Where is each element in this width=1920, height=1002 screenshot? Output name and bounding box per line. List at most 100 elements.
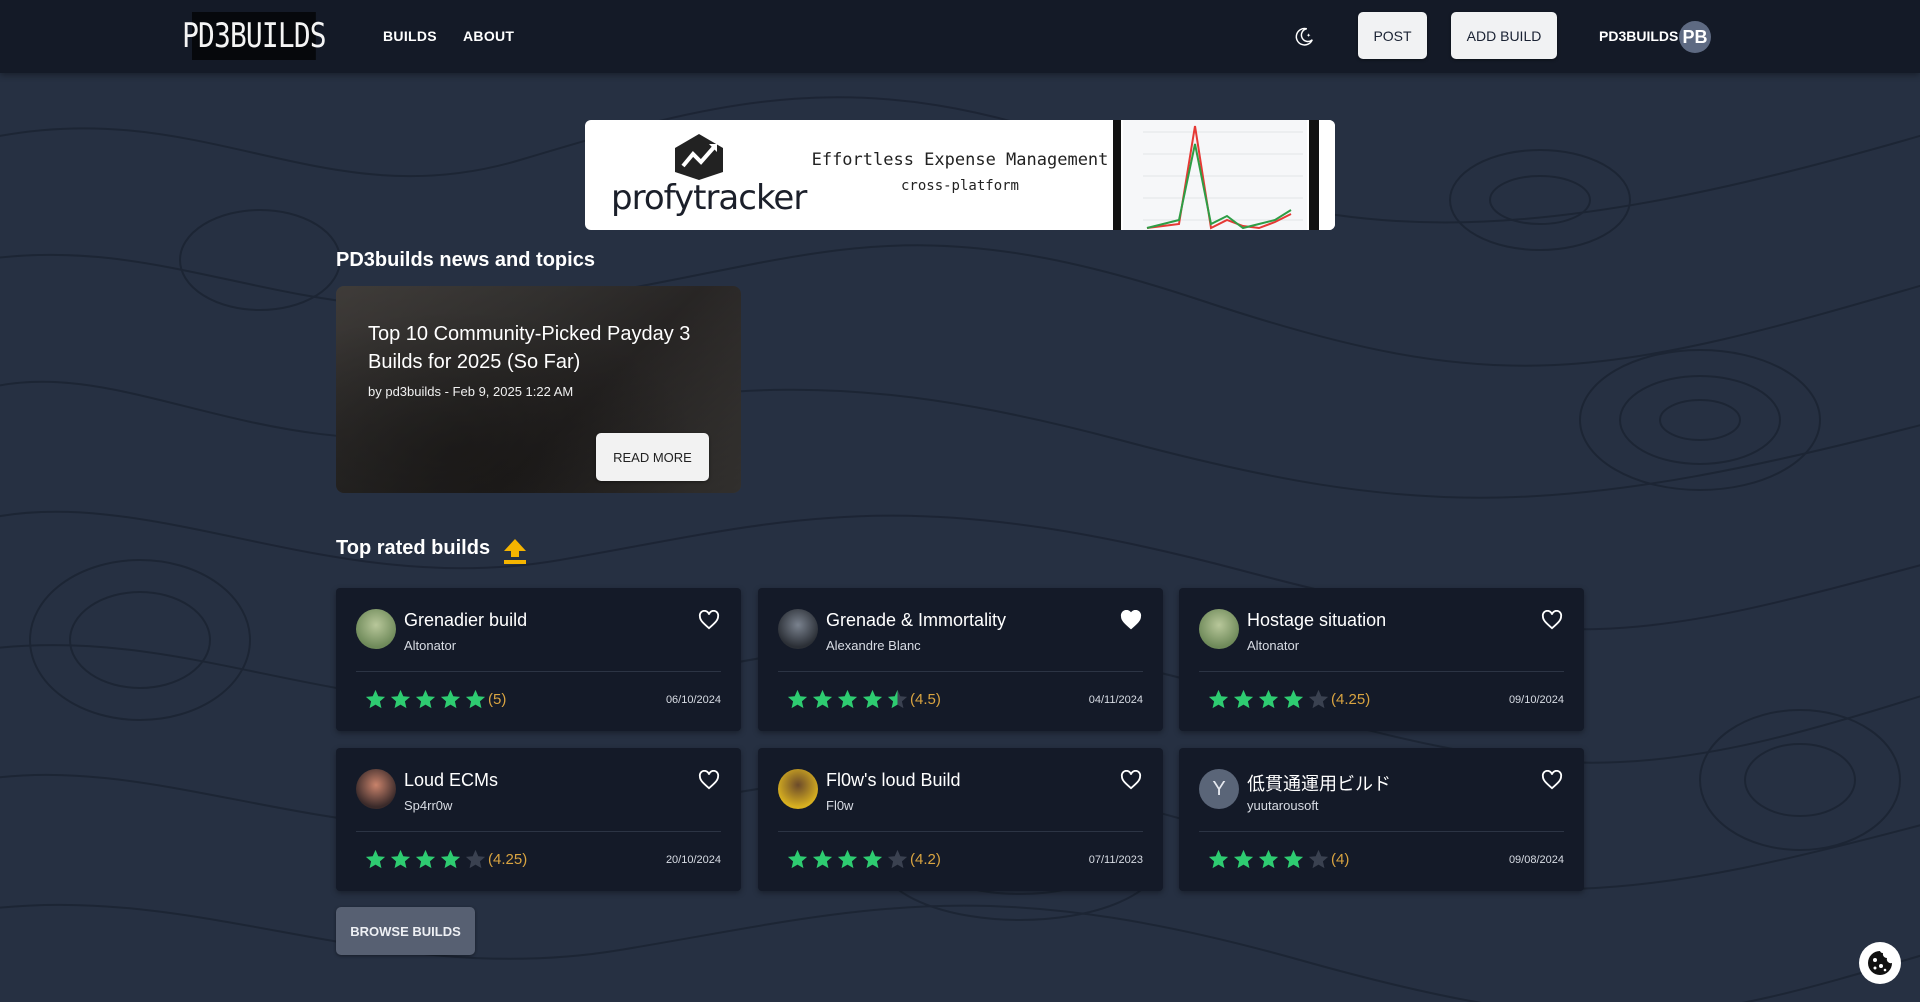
star-icon [837,849,858,869]
star-icon [440,689,461,709]
news-card[interactable]: Top 10 Community-Picked Payday 3 Builds … [336,286,741,493]
build-card[interactable]: Grenade & Immortality Alexandre Blanc (4.5… [758,588,1163,731]
heart-icon[interactable] [1120,610,1142,630]
ad-banner[interactable]: profytracker Effortless Expense Manageme… [585,120,1335,230]
heart-icon[interactable] [698,770,720,790]
build-date: 09/10/2024 [1508,694,1564,706]
star-icon [1283,689,1304,709]
heart-icon[interactable] [1120,770,1142,790]
build-rating-value: (5) [488,691,507,708]
build-card[interactable]: Y 低貫通運用ビルド yuutarousoft (4) 09/08/2024 [1179,748,1584,891]
build-card-divider [1199,831,1564,832]
cookie-icon[interactable] [1859,942,1901,984]
browse-builds-button[interactable]: BROWSE BUILDS [336,907,475,955]
star-rating [1207,848,1330,871]
user-avatar[interactable]: PB [1679,21,1711,53]
star-icon [1208,849,1229,869]
build-title[interactable]: Grenadier build [404,610,527,631]
build-title[interactable]: Hostage situation [1247,610,1386,631]
build-author[interactable]: Altonator [404,638,456,653]
build-author-avatar: Y [1199,769,1239,809]
build-author-avatar [356,769,396,809]
build-rating-value: (4.5) [910,691,941,708]
username-label[interactable]: PD3BUILDS [1599,28,1678,44]
heart-icon[interactable] [1541,770,1563,790]
build-date: 07/11/2023 [1088,854,1143,866]
build-date: 04/11/2024 [1088,694,1143,706]
build-author-avatar [1199,609,1239,649]
news-heading: PD3builds news and topics [336,249,595,271]
build-author-avatar [356,609,396,649]
build-author[interactable]: Fl0w [826,798,853,813]
star-rating [364,688,487,711]
star-icon [1233,849,1254,869]
build-card-divider [356,671,721,672]
build-date: 20/10/2024 [665,854,721,866]
build-card-divider [1199,671,1564,672]
build-card[interactable]: Loud ECMs Sp4rr0w (4.25) 20/10/2024 [336,748,741,891]
build-title[interactable]: Loud ECMs [404,770,498,791]
build-title[interactable]: 低貫通運用ビルド [1247,770,1391,796]
build-author[interactable]: Sp4rr0w [404,798,452,813]
star-icon [365,849,386,869]
star-icon [465,849,486,869]
star-rating [786,688,909,711]
post-button[interactable]: POST [1358,12,1427,59]
nav-link-about[interactable]: ABOUT [463,28,514,44]
build-card-divider [778,831,1143,832]
build-title[interactable]: Grenade & Immortality [826,610,1006,631]
star-rating [364,848,487,871]
star-icon [1258,689,1279,709]
build-title[interactable]: Fl0w's loud Build [826,770,961,791]
ad-chart-image [1113,120,1335,230]
star-icon [390,849,411,869]
star-icon [1308,849,1329,869]
star-icon [812,689,833,709]
cookie-glyph-icon [1868,951,1892,975]
build-card[interactable]: Fl0w's loud Build Fl0w (4.2) 07/11/2023 [758,748,1163,891]
build-author[interactable]: Alexandre Blanc [826,638,921,653]
build-author[interactable]: Altonator [1247,638,1299,653]
build-card[interactable]: Hostage situation Altonator (4.25) 09/10/20… [1179,588,1584,731]
star-icon [787,849,808,869]
nav-link-builds[interactable]: BUILDS [383,28,437,44]
star-icon [862,849,883,869]
heart-icon[interactable] [698,610,720,630]
build-rating-value: (4.25) [488,851,528,868]
news-title[interactable]: Top 10 Community-Picked Payday 3 Builds … [368,320,713,376]
build-rating-value: (4.2) [910,851,941,868]
build-date: 09/08/2024 [1508,854,1564,866]
news-meta: by pd3builds - Feb 9, 2025 1:22 AM [368,384,574,399]
read-more-button[interactable]: READ MORE [596,433,709,481]
add-build-button[interactable]: ADD BUILD [1451,12,1557,59]
site-logo[interactable]: PD3BUILDS [182,12,327,60]
star-icon [1283,849,1304,869]
build-card[interactable]: Grenadier build Altonator (5) 06/10/2024 [336,588,741,731]
build-author-avatar [778,609,818,649]
ad-tagline: Effortless Expense Management [811,150,1109,170]
star-icon [787,689,808,709]
moon-icon[interactable] [1293,26,1315,48]
star-icon [812,849,833,869]
star-icon [1258,849,1279,869]
star-rating [786,848,909,871]
heart-icon[interactable] [1541,610,1563,630]
build-card-divider [356,831,721,832]
build-rating-value: (4) [1331,851,1350,868]
build-rating-value: (4.25) [1331,691,1371,708]
star-icon [887,689,908,709]
build-date: 06/10/2024 [665,694,721,706]
ad-brand: profytracker [611,178,807,218]
build-author-avatar [778,769,818,809]
star-rating [1207,688,1330,711]
star-icon [415,689,436,709]
ad-subline: cross-platform [900,178,1019,194]
build-author[interactable]: yuutarousoft [1247,798,1319,813]
build-card-divider [778,671,1143,672]
trending-up-icon [504,539,526,564]
star-icon [465,689,486,709]
star-icon [440,849,461,869]
star-icon [862,689,883,709]
star-icon [1208,689,1229,709]
star-icon [837,689,858,709]
